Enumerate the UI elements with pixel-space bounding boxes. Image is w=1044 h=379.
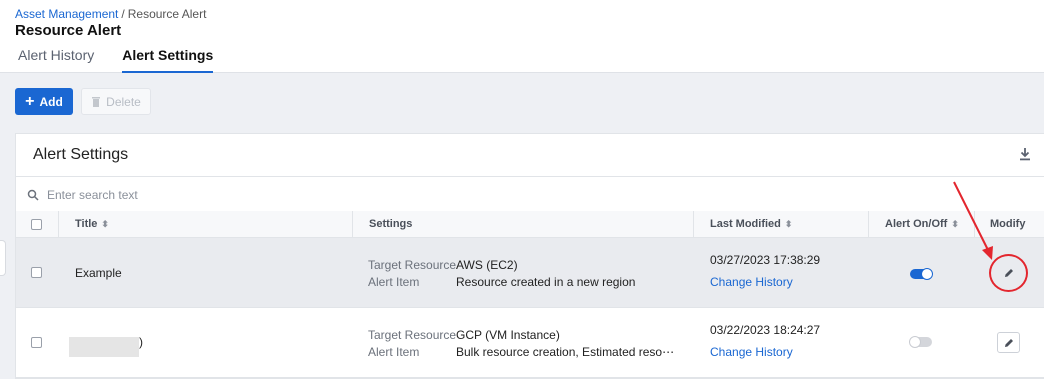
sort-icon: ⬍ <box>784 219 792 229</box>
alert-item-label: Alert Item <box>368 275 420 289</box>
download-icon[interactable] <box>1018 147 1032 161</box>
row-title-suffix: ) <box>139 335 143 349</box>
add-button-label: Add <box>39 94 63 109</box>
tab-alert-settings[interactable]: Alert Settings <box>122 46 214 73</box>
row-title: Example <box>75 266 122 280</box>
search-input[interactable] <box>47 185 447 205</box>
alert-toggle[interactable] <box>909 336 932 348</box>
column-alert-onoff-label: Alert On/Off <box>885 218 948 230</box>
column-last-modified-label: Last Modified <box>710 218 781 230</box>
row-checkbox[interactable] <box>31 337 42 348</box>
add-button[interactable]: + Add <box>15 88 73 115</box>
alert-item-label: Alert Item <box>368 345 420 359</box>
sort-icon: ⬍ <box>101 219 108 229</box>
target-resource-label: Target Resource <box>368 258 457 272</box>
edit-button[interactable] <box>997 332 1020 353</box>
column-settings-label: Settings <box>369 218 413 230</box>
alert-settings-panel: Alert Settings Title⬍ Settings Last Modi… <box>15 133 1044 379</box>
breadcrumb: Asset Management / Resource Alert <box>15 7 206 21</box>
target-resource-value: AWS (EC2) <box>456 258 518 272</box>
toggle-knob <box>921 268 933 280</box>
target-resource-value: GCP (VM Instance) <box>456 328 560 342</box>
last-modified-date: 03/22/2023 18:24:27 <box>710 323 821 337</box>
alert-toggle[interactable] <box>910 268 933 280</box>
annotation-arrow <box>953 181 993 260</box>
breadcrumb-asset-management[interactable]: Asset Management <box>15 7 118 21</box>
change-history-link[interactable]: Change History <box>710 345 793 359</box>
sidebar-toggle-handle[interactable] <box>0 240 6 276</box>
panel-title: Alert Settings <box>33 146 129 163</box>
annotation-circle <box>989 254 1028 292</box>
delete-button[interactable]: Delete <box>81 88 151 115</box>
redacted-title <box>69 337 139 357</box>
row-checkbox[interactable] <box>31 267 42 278</box>
column-settings: Settings <box>352 211 694 238</box>
trash-icon <box>92 97 101 107</box>
plus-icon: + <box>25 92 35 110</box>
page-title: Resource Alert <box>15 22 122 39</box>
table-row[interactable]: Example Target Resource AWS (EC2) Alert … <box>16 238 1044 308</box>
breadcrumb-separator: / <box>121 7 125 21</box>
table-row[interactable]: ) Target Resource GCP (VM Instance) Aler… <box>16 308 1044 378</box>
tab-bar: Alert History Alert Settings <box>18 46 241 73</box>
alert-item-value: Resource created in a new region <box>456 275 636 289</box>
search-bar <box>16 176 1044 212</box>
alert-item-value: Bulk resource creation, Estimated reso⋯ <box>456 345 675 359</box>
delete-button-label: Delete <box>106 94 141 109</box>
toggle-knob <box>909 336 921 348</box>
last-modified-date: 03/27/2023 17:38:29 <box>710 253 821 267</box>
column-title[interactable]: Title ⬍ <box>58 211 353 238</box>
select-all-checkbox[interactable] <box>31 219 42 230</box>
search-icon <box>27 189 39 201</box>
column-title-label: Title <box>75 218 98 230</box>
pencil-icon <box>1004 338 1013 347</box>
tab-alert-history[interactable]: Alert History <box>18 46 94 73</box>
breadcrumb-current: Resource Alert <box>127 7 207 21</box>
change-history-link[interactable]: Change History <box>710 275 793 289</box>
target-resource-label: Target Resource <box>368 328 457 342</box>
column-last-modified[interactable]: Last Modified ⬍ <box>693 211 869 238</box>
page-header: Asset Management / Resource Alert Resource… <box>0 0 1044 73</box>
table-header: Title ⬍ Settings Last Modified ⬍ Alert On/… <box>16 211 1044 238</box>
